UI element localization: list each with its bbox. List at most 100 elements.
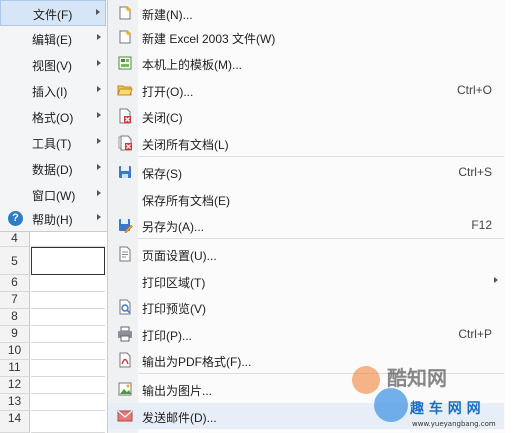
row-number: 7 (11, 292, 18, 306)
printer-icon (118, 326, 132, 342)
cell[interactable] (31, 394, 105, 411)
cell[interactable] (31, 377, 105, 394)
row-number: 5 (11, 254, 18, 268)
row-header[interactable]: 4 (0, 231, 30, 247)
menu-item-label: 关闭所有文档(L) (142, 138, 229, 152)
menu-item-label: 新建 Excel 2003 文件(W) (142, 32, 276, 46)
row-number: 13 (7, 394, 22, 408)
menu-item-new[interactable]: 新建(N)... (108, 0, 504, 26)
row-header[interactable]: 10 (0, 343, 30, 360)
menu-format-label: 格式(O) (32, 111, 74, 125)
row-number: 8 (11, 309, 18, 323)
menu-insert-label: 插入(I) (32, 85, 68, 99)
cell[interactable] (31, 360, 105, 377)
pdf-icon (119, 352, 131, 368)
menu-item-label: 新建(N)... (142, 8, 193, 22)
menu-item-save-as[interactable]: 另存为(A)... F12 (108, 212, 504, 238)
cell[interactable] (31, 309, 105, 326)
chevron-right-icon (97, 164, 101, 170)
row-header[interactable]: 6 (0, 275, 30, 292)
chevron-right-icon (97, 190, 101, 196)
chevron-right-icon (97, 86, 101, 92)
page-setup-icon (119, 246, 131, 262)
menu-item-export-pdf[interactable]: 输出为PDF格式(F)... (108, 347, 504, 373)
menu-item-label: 发送邮件(D)... (142, 411, 217, 425)
row-number: 6 (11, 275, 18, 289)
menu-item-export-image[interactable]: 输出为图片... (108, 376, 504, 402)
save-as-icon (119, 219, 133, 233)
menu-view[interactable]: 视图(V) (0, 52, 106, 78)
row-number: 12 (7, 377, 22, 391)
menu-item-label: 输出为图片... (142, 384, 213, 398)
separator (138, 156, 504, 157)
menu-item-print-preview[interactable]: 打印预览(V) (108, 294, 504, 320)
menu-item-open[interactable]: 打开(O)... Ctrl+O (108, 77, 504, 103)
menu-item-label: 打印区域(T) (142, 276, 206, 290)
menu-format[interactable]: 格式(O) (0, 104, 106, 130)
template-icon (118, 56, 132, 70)
cell[interactable] (31, 231, 105, 247)
row-header[interactable]: 12 (0, 377, 30, 394)
menu-item-page-setup[interactable]: 页面设置(U)... (108, 241, 504, 267)
row-number: 11 (8, 360, 21, 374)
menu-tools[interactable]: 工具(T) (0, 130, 106, 156)
shortcut-label: Ctrl+O (456, 83, 492, 97)
mail-icon (117, 410, 133, 422)
chevron-right-icon (97, 112, 101, 118)
open-folder-icon (117, 85, 133, 96)
cell[interactable] (31, 343, 105, 360)
menu-window-label: 窗口(W) (32, 189, 76, 203)
cell[interactable] (31, 411, 105, 433)
image-export-icon (118, 382, 132, 396)
separator (138, 238, 504, 239)
menu-item-label: 打印预览(V) (142, 302, 206, 316)
menu-item-print[interactable]: 打印(P)... Ctrl+P (108, 321, 504, 347)
row-header[interactable]: 5 (0, 247, 30, 275)
menu-help[interactable]: ? 帮助(H) (0, 206, 106, 232)
separator (138, 373, 504, 374)
menu-item-local-templates[interactable]: 本机上的模板(M)... (108, 50, 504, 76)
row-header[interactable]: 7 (0, 292, 30, 309)
menu-view-label: 视图(V) (32, 59, 72, 73)
menu-data-label: 数据(D) (32, 163, 73, 177)
cell[interactable] (31, 275, 105, 292)
menu-item-print-area[interactable]: 打印区域(T) (108, 268, 504, 294)
menu-item-send-mail[interactable]: 发送邮件(D)... (108, 403, 504, 429)
menu-item-label: 保存(S) (142, 167, 182, 181)
selected-cell[interactable] (31, 247, 105, 275)
row-header[interactable]: 9 (0, 326, 30, 343)
menu-item-save[interactable]: 保存(S) Ctrl+S (108, 159, 504, 185)
menu-window[interactable]: 窗口(W) (0, 182, 106, 208)
row-number: 10 (7, 343, 22, 357)
menu-insert[interactable]: 插入(I) (0, 78, 106, 104)
menu-file-label: 文件(F) (33, 8, 73, 22)
row-header[interactable]: 11 (0, 360, 30, 377)
menu-item-label: 打开(O)... (142, 85, 194, 99)
menu-help-label: 帮助(H) (32, 213, 73, 227)
menu-edit-label: 编辑(E) (32, 33, 72, 47)
row-header[interactable]: 13 (0, 394, 30, 411)
menu-item-new-excel-2003[interactable]: 新建 Excel 2003 文件(W) (108, 24, 504, 50)
row-header[interactable]: 8 (0, 309, 30, 326)
menu-edit[interactable]: 编辑(E) (0, 26, 106, 52)
chevron-right-icon (97, 60, 101, 66)
menu-item-save-all[interactable]: 保存所有文档(E) (108, 186, 504, 212)
menu-data[interactable]: 数据(D) (0, 156, 106, 182)
new-excel-icon (119, 30, 131, 44)
cell[interactable] (31, 326, 105, 343)
save-icon (119, 166, 131, 178)
row-header[interactable]: 14 (0, 411, 30, 433)
menu-item-close-all[interactable]: 关闭所有文档(L) (108, 130, 504, 156)
shortcut-label: Ctrl+P (458, 327, 492, 341)
file-submenu: 新建(N)... 新建 Excel 2003 文件(W) 本机上的模板(M)..… (107, 0, 505, 433)
row-number: 9 (11, 326, 18, 340)
main-menu: 文件(F) 编辑(E) 视图(V) 插入(I) 格式(O) 工具(T) 数据(D… (0, 0, 108, 232)
menu-item-label: 保存所有文档(E) (142, 194, 230, 208)
chevron-right-icon (97, 34, 101, 40)
cell[interactable] (31, 292, 105, 309)
chevron-right-icon (97, 138, 101, 144)
help-icon: ? (8, 211, 23, 226)
chevron-right-icon (97, 214, 101, 220)
menu-file[interactable]: 文件(F) (0, 0, 106, 26)
menu-item-close[interactable]: 关闭(C) (108, 103, 504, 129)
